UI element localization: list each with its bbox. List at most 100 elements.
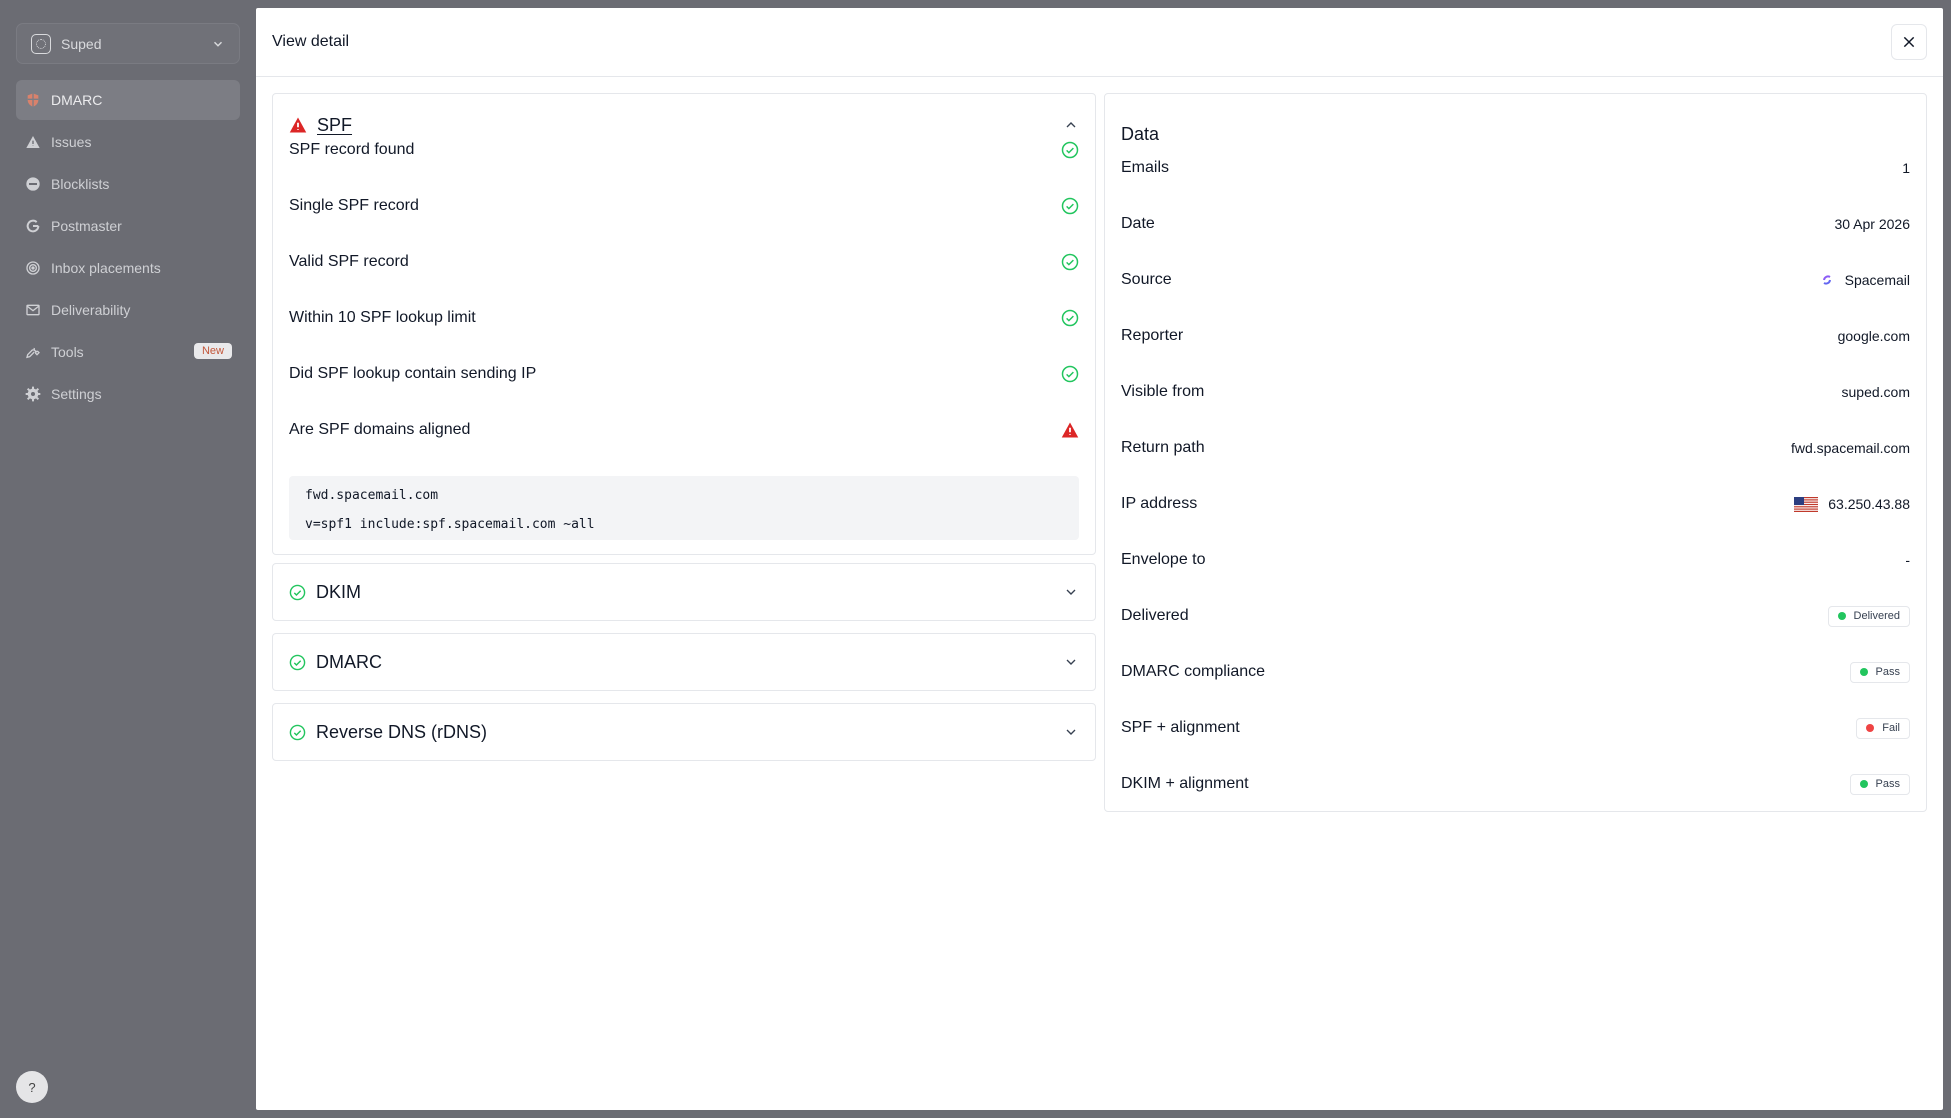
spf-check-label: Did SPF lookup contain sending IP bbox=[289, 365, 537, 382]
spf-check-label: SPF record found bbox=[289, 141, 415, 158]
status-badge: Delivered bbox=[1827, 605, 1910, 627]
sidebar: Suped DMARC Issues Blocklists Postmaster… bbox=[0, 0, 256, 1118]
sidebar-item-postmaster[interactable]: Postmaster bbox=[16, 206, 240, 246]
data-row-value-container: Fail bbox=[1856, 717, 1910, 739]
sidebar-item-dmarc[interactable]: DMARC bbox=[16, 80, 240, 120]
data-row-value-container: Pass bbox=[1849, 661, 1910, 683]
warning-triangle-icon bbox=[26, 136, 40, 148]
google-g-icon bbox=[26, 219, 40, 233]
chevron-down-icon bbox=[1066, 589, 1076, 595]
status-badge-label: Delivered bbox=[1853, 610, 1900, 622]
status-badge: Pass bbox=[1849, 773, 1910, 795]
org-name: Suped bbox=[61, 35, 102, 52]
data-row-value: suped.com bbox=[1841, 384, 1910, 400]
check-circle-icon bbox=[1061, 141, 1079, 159]
data-row-label: Emails bbox=[1121, 159, 1170, 176]
data-row-reporter: Reporter google.com bbox=[1105, 308, 1926, 364]
spf-check-row: Valid SPF record bbox=[273, 234, 1095, 290]
spf-check-row: Did SPF lookup contain sending IP bbox=[273, 346, 1095, 402]
spf-check-label: Are SPF domains aligned bbox=[289, 421, 471, 438]
data-row-value: - bbox=[1905, 552, 1910, 568]
modal-header: View detail bbox=[256, 8, 1943, 77]
sidebar-item-label: Postmaster bbox=[51, 218, 122, 234]
data-row-label: Reporter bbox=[1121, 327, 1184, 344]
data-panel: Data Emails 1 Date 30 Apr 2026 Source Sp… bbox=[1104, 93, 1927, 812]
data-row-source: Source Spacemail bbox=[1105, 252, 1926, 308]
data-row-spf-alignment: SPF + alignment Fail bbox=[1105, 700, 1926, 756]
dkim-title: DKIM bbox=[316, 581, 361, 602]
spf-check-row: SPF record found bbox=[273, 122, 1095, 178]
status-badge-label: Pass bbox=[1875, 666, 1900, 678]
check-circle-icon bbox=[289, 654, 306, 670]
sidebar-item-label: Settings bbox=[51, 386, 102, 402]
data-row-label: DMARC compliance bbox=[1121, 663, 1266, 680]
data-row-value: Spacemail bbox=[1844, 272, 1910, 288]
mail-icon bbox=[26, 304, 40, 316]
sidebar-item-label: Blocklists bbox=[51, 176, 110, 192]
sidebar-nav: DMARC Issues Blocklists Postmaster Inbox… bbox=[16, 80, 240, 416]
status-dot bbox=[1866, 724, 1875, 732]
spacemail-logo-icon bbox=[1822, 275, 1831, 285]
data-row-value: 30 Apr 2026 bbox=[1834, 216, 1910, 232]
dmarc-section-header[interactable]: DMARC bbox=[272, 633, 1096, 691]
rdns-title: Reverse DNS (rDNS) bbox=[316, 721, 488, 742]
data-row-delivered: Delivered Delivered bbox=[1105, 588, 1926, 644]
status-dot bbox=[1859, 780, 1868, 788]
sidebar-item-settings[interactable]: Settings bbox=[16, 374, 240, 414]
dkim-section-header[interactable]: DKIM bbox=[272, 563, 1096, 621]
data-row-label: Envelope to bbox=[1121, 551, 1206, 568]
spf-record-line: v=spf1 include:spf.spacemail.com ~all bbox=[305, 517, 595, 532]
us-flag-icon bbox=[1794, 496, 1819, 512]
data-row-value-container: Pass bbox=[1849, 773, 1910, 795]
status-badge: Fail bbox=[1856, 717, 1910, 739]
status-dot bbox=[1837, 612, 1846, 620]
sidebar-item-deliverability[interactable]: Deliverability bbox=[16, 290, 240, 330]
status-badge: Pass bbox=[1849, 661, 1910, 683]
spf-record-code-block: fwd.spacemail.com v=spf1 include:spf.spa… bbox=[289, 476, 1079, 540]
data-row-ip-address: IP address 63.250.43.88 bbox=[1105, 476, 1926, 532]
data-row-date: Date 30 Apr 2026 bbox=[1105, 196, 1926, 252]
sidebar-item-label: Inbox placements bbox=[51, 260, 161, 276]
chevron-down-icon bbox=[1066, 729, 1076, 735]
shield-icon bbox=[27, 93, 39, 107]
org-switcher[interactable]: Suped bbox=[16, 23, 240, 64]
check-circle-icon bbox=[1061, 309, 1079, 327]
chevron-down-icon bbox=[213, 41, 223, 47]
data-row-dmarc-compliance: DMARC compliance Pass bbox=[1105, 644, 1926, 700]
sidebar-item-label: Tools bbox=[51, 344, 84, 360]
help-button[interactable]: ? bbox=[16, 1071, 48, 1103]
data-row-value: google.com bbox=[1837, 328, 1910, 344]
spf-check-label: Within 10 SPF lookup limit bbox=[289, 309, 476, 326]
check-circle-icon bbox=[289, 724, 306, 740]
spf-domain-line: fwd.spacemail.com bbox=[305, 488, 439, 503]
sidebar-item-tools[interactable]: Tools New bbox=[16, 332, 240, 372]
data-row-envelope-to: Envelope to - bbox=[1105, 532, 1926, 588]
data-row-value-container: 63.250.43.88 bbox=[1794, 496, 1910, 512]
sidebar-item-blocklists[interactable]: Blocklists bbox=[16, 164, 240, 204]
view-detail-modal: View detail SPF SPF record found Single … bbox=[256, 8, 1943, 1110]
sidebar-item-inbox-placements[interactable]: Inbox placements bbox=[16, 248, 240, 288]
sidebar-item-label: Issues bbox=[51, 134, 92, 150]
close-button[interactable] bbox=[1891, 24, 1927, 60]
sidebar-item-issues[interactable]: Issues bbox=[16, 122, 240, 162]
wrench-icon bbox=[26, 347, 40, 359]
rdns-section-header[interactable]: Reverse DNS (rDNS) bbox=[272, 703, 1096, 761]
status-badge-label: Fail bbox=[1882, 722, 1900, 734]
org-logo-icon bbox=[31, 33, 51, 54]
block-icon bbox=[26, 177, 40, 191]
data-row-visible-from: Visible from suped.com bbox=[1105, 364, 1926, 420]
data-row-value: fwd.spacemail.com bbox=[1790, 440, 1910, 456]
data-row-dkim-alignment: DKIM + alignment Pass bbox=[1105, 756, 1926, 812]
data-row-label: IP address bbox=[1121, 495, 1198, 512]
modal-title: View detail bbox=[272, 33, 350, 50]
sidebar-item-label: DMARC bbox=[51, 92, 103, 108]
spf-section: SPF SPF record found Single SPF record V… bbox=[272, 93, 1096, 555]
target-icon bbox=[26, 261, 40, 275]
data-row-label: DKIM + alignment bbox=[1121, 775, 1249, 792]
dmarc-title: DMARC bbox=[316, 651, 382, 672]
spf-check-row: Are SPF domains aligned bbox=[273, 402, 1095, 458]
data-row-label: Date bbox=[1121, 215, 1155, 232]
data-row-label: Visible from bbox=[1121, 383, 1205, 400]
data-row-emails: Emails 1 bbox=[1105, 140, 1926, 196]
status-dot bbox=[1859, 668, 1868, 676]
